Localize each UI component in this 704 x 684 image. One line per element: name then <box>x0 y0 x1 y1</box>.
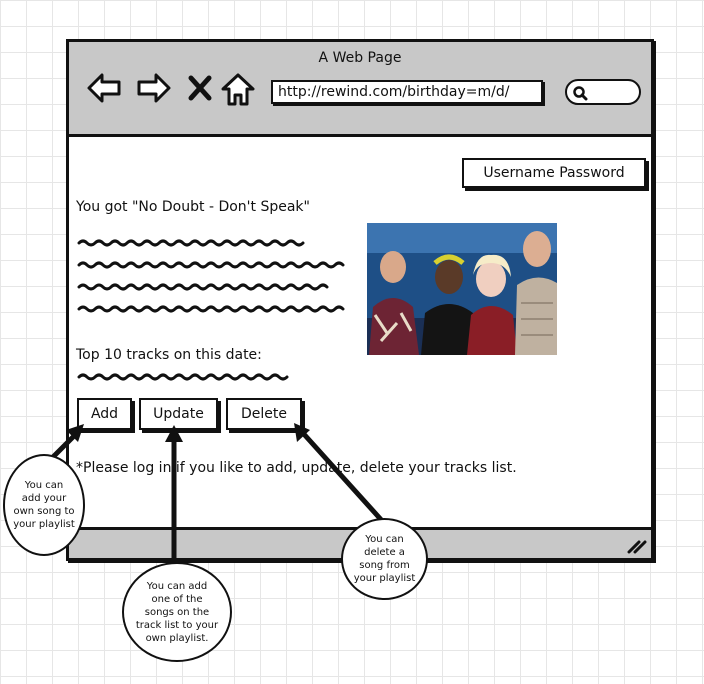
callout-update-line: track list to your <box>135 619 219 631</box>
callout-delete-line: delete a <box>364 547 405 558</box>
callout-delete-line: your playlist <box>353 573 416 584</box>
callout-add-line: You can <box>24 480 64 491</box>
callout-add: You can add your own song to your playli… <box>3 454 85 556</box>
arrowhead-update-icon <box>165 425 183 442</box>
callout-add-line: your playlist <box>13 519 75 530</box>
callout-delete-line: You can <box>365 534 404 545</box>
arrow-delete <box>299 429 388 527</box>
callout-delete-line: song from <box>359 560 410 571</box>
callout-update-line: one of the <box>151 593 203 605</box>
callout-update-line: own playlist. <box>145 632 209 644</box>
callout-delete: You can delete a song from your playlist <box>341 518 428 600</box>
callout-add-line: add your <box>21 493 67 504</box>
callout-update-line: songs on the <box>144 606 210 618</box>
callout-update: You can add one of the songs on the trac… <box>122 562 232 662</box>
callout-add-line: own song to <box>13 506 75 517</box>
callout-update-line: You can add <box>146 580 208 592</box>
